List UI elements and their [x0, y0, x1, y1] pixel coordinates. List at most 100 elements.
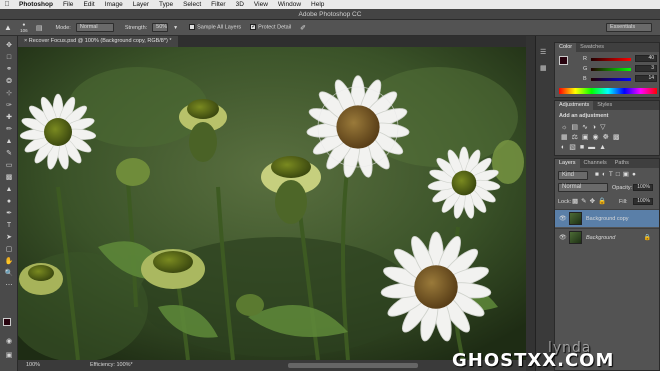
workspace-switcher[interactable]: Essentials	[606, 23, 652, 32]
move-tool-icon[interactable]: ✥	[3, 40, 15, 50]
filter-pixel-icon[interactable]: ■	[595, 171, 602, 178]
menu-photoshop[interactable]: Photoshop	[14, 1, 58, 8]
filter-adjustment-icon[interactable]: ◐	[602, 171, 609, 178]
lock-pixels-icon[interactable]: ✎	[581, 198, 589, 205]
history-brush-tool-icon[interactable]: ✎	[3, 148, 15, 158]
lasso-tool-icon[interactable]: ⚭	[3, 64, 15, 74]
selective-color-icon[interactable]: ▲	[599, 144, 610, 151]
eraser-tool-icon[interactable]: ▭	[3, 160, 15, 170]
menu-type[interactable]: Type	[154, 1, 178, 8]
visibility-eye-icon[interactable]: 👁	[559, 215, 567, 222]
layer-name[interactable]: Background	[586, 235, 615, 241]
tab-adjustments[interactable]: Adjustments	[555, 101, 594, 110]
history-panel-icon[interactable]: ☰	[540, 48, 546, 56]
dodge-tool-icon[interactable]: ●	[3, 196, 15, 206]
lock-all-icon[interactable]: 🔒	[598, 198, 609, 205]
green-value[interactable]: 3	[635, 65, 657, 72]
panel-foreground-swatch[interactable]	[559, 56, 568, 65]
apple-icon[interactable]: 	[0, 1, 14, 8]
menu-image[interactable]: Image	[100, 1, 128, 8]
properties-panel-icon[interactable]: ▦	[540, 64, 547, 72]
vibrance-icon[interactable]: ▽	[600, 124, 609, 131]
type-tool-icon[interactable]: T	[3, 220, 15, 230]
tab-color[interactable]: Color	[555, 43, 577, 52]
tab-layers[interactable]: Layers	[555, 159, 580, 168]
invert-icon[interactable]: ◐	[561, 144, 569, 151]
color-spectrum[interactable]	[559, 88, 657, 94]
layer-name[interactable]: Background copy	[586, 216, 629, 222]
brush-preset-picker[interactable]: ● 106	[17, 22, 31, 33]
filter-toggle-icon[interactable]: ●	[632, 171, 639, 178]
efficiency-readout[interactable]: Efficiency: 100%*	[90, 362, 133, 368]
quick-select-tool-icon[interactable]: ❂	[3, 76, 15, 86]
menu-help[interactable]: Help	[306, 1, 329, 8]
close-tab-icon[interactable]: ×	[24, 38, 27, 44]
brush-tool-icon[interactable]: ✏	[3, 124, 15, 134]
sample-all-layers-checkbox[interactable]	[189, 24, 196, 31]
crop-tool-icon[interactable]: ⊹	[3, 88, 15, 98]
filter-type-icon[interactable]: T	[609, 171, 616, 178]
menu-window[interactable]: Window	[273, 1, 306, 8]
opacity-value[interactable]: 100%	[633, 184, 653, 191]
posterize-icon[interactable]: ▧	[569, 144, 580, 151]
tab-styles[interactable]: Styles	[593, 101, 616, 110]
channel-mixer-icon[interactable]: ☸	[603, 134, 613, 141]
fill-value[interactable]: 100%	[633, 198, 653, 205]
exposure-icon[interactable]: ◑	[592, 124, 600, 131]
threshold-icon[interactable]: ■	[580, 144, 588, 151]
quick-mask-icon[interactable]: ◉	[3, 336, 15, 346]
menu-view[interactable]: View	[249, 1, 273, 8]
hue-saturation-icon[interactable]: ▦	[561, 134, 572, 141]
red-slider[interactable]	[591, 58, 631, 61]
zoom-level[interactable]: 100%	[26, 362, 40, 368]
gradient-tool-icon[interactable]: ▩	[3, 172, 15, 182]
black-white-icon[interactable]: ▣	[582, 134, 593, 141]
lock-transparency-icon[interactable]: ▩	[572, 198, 581, 205]
filter-shape-icon[interactable]: □	[616, 171, 623, 178]
path-selection-tool-icon[interactable]: ➤	[3, 232, 15, 242]
sharpen-tool-icon[interactable]: ▲	[4, 23, 12, 32]
document-tab[interactable]: × Recover Focus.psd @ 100% (Background c…	[18, 36, 178, 47]
curves-icon[interactable]: ∿	[582, 124, 592, 131]
document-canvas[interactable]	[18, 47, 526, 360]
blend-mode-select[interactable]: Normal	[558, 183, 608, 192]
blue-slider[interactable]	[591, 78, 631, 81]
menu-file[interactable]: File	[58, 1, 78, 8]
mode-select[interactable]: Normal	[75, 23, 114, 32]
strength-dropdown-icon[interactable]: ▼	[173, 25, 178, 31]
photo-filter-icon[interactable]: ◉	[593, 134, 603, 141]
tab-swatches[interactable]: Swatches	[576, 43, 608, 52]
sample-all-layers-option[interactable]: Sample All Layers	[189, 24, 241, 31]
tab-paths[interactable]: Paths	[611, 159, 633, 168]
menu-edit[interactable]: Edit	[78, 1, 99, 8]
brush-panel-icon[interactable]: ▤	[36, 24, 43, 32]
blue-value[interactable]: 14	[635, 75, 657, 82]
red-value[interactable]: 40	[635, 55, 657, 62]
layer-row-background-copy[interactable]: 👁 Background copy	[555, 209, 659, 227]
color-lookup-icon[interactable]: ▩	[613, 134, 624, 141]
filter-smart-object-icon[interactable]: ▣	[623, 171, 632, 178]
shape-tool-icon[interactable]: ▢	[3, 244, 15, 254]
menu-filter[interactable]: Filter	[206, 1, 230, 8]
screen-mode-icon[interactable]: ▣	[3, 350, 15, 360]
horizontal-scrollbar[interactable]	[288, 363, 418, 368]
protect-detail-option[interactable]: Protect Detail	[250, 23, 291, 31]
clone-stamp-tool-icon[interactable]: ▲	[3, 136, 15, 146]
brightness-icon[interactable]: ☼	[561, 124, 571, 131]
pressure-icon[interactable]: ✐	[300, 24, 306, 32]
menu-select[interactable]: Select	[178, 1, 206, 8]
layer-row-background[interactable]: 👁 Background 🔒	[555, 228, 659, 246]
zoom-tool-icon[interactable]: 🔍	[3, 268, 15, 278]
tab-channels[interactable]: Channels	[580, 159, 611, 168]
healing-brush-tool-icon[interactable]: ✚	[3, 112, 15, 122]
protect-detail-checkbox[interactable]	[250, 23, 256, 31]
gradient-map-icon[interactable]: ▬	[588, 144, 599, 151]
color-balance-icon[interactable]: ⚖	[572, 134, 582, 141]
green-slider[interactable]	[591, 68, 631, 71]
levels-icon[interactable]: ▤	[571, 124, 582, 131]
edit-toolbar-icon[interactable]: ⋯	[3, 280, 15, 290]
blur-sharpen-tool-icon[interactable]: ▲	[3, 184, 15, 194]
pen-tool-icon[interactable]: ✒	[3, 208, 15, 218]
hand-tool-icon[interactable]: ✋	[3, 256, 15, 266]
strength-input[interactable]: 50%	[152, 23, 169, 32]
